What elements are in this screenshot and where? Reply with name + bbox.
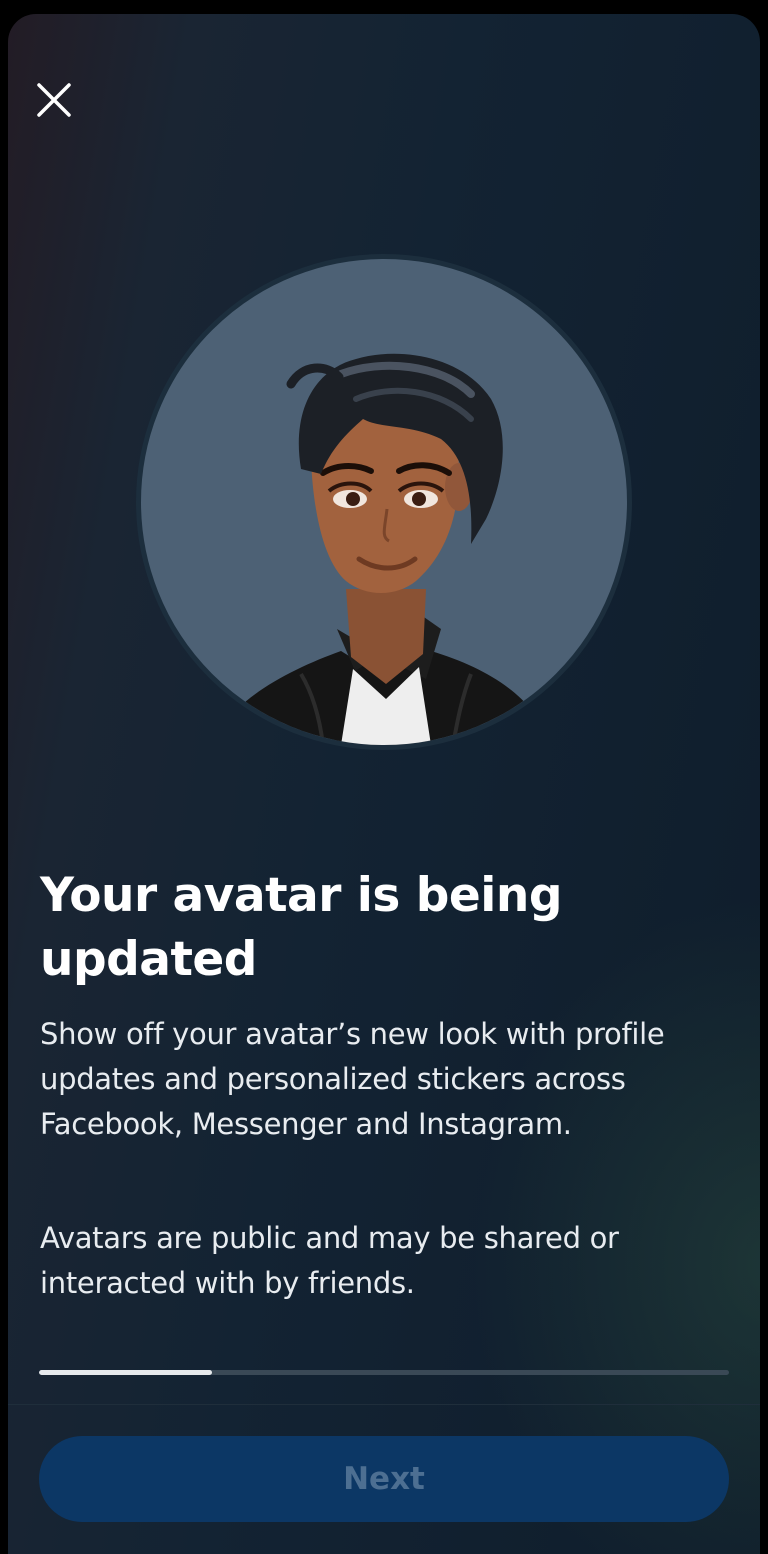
close-icon: [37, 83, 71, 117]
description-paragraph: Show off your avatar’s new look with pro…: [40, 1017, 665, 1141]
page-title: Your avatar is being updated: [40, 868, 563, 987]
avatar-preview: [136, 254, 632, 750]
avatar-update-sheet: Your avatar is being updated Show off yo…: [8, 14, 760, 1554]
privacy-notice: Avatars are public and may be shared or …: [40, 1221, 619, 1300]
footer-divider: [8, 1404, 760, 1405]
progress-bar: [39, 1370, 729, 1375]
close-button[interactable]: [30, 76, 78, 124]
progress-bar-fill: [39, 1370, 212, 1375]
avatar-illustration: [211, 353, 551, 745]
next-button[interactable]: Next: [39, 1436, 729, 1522]
